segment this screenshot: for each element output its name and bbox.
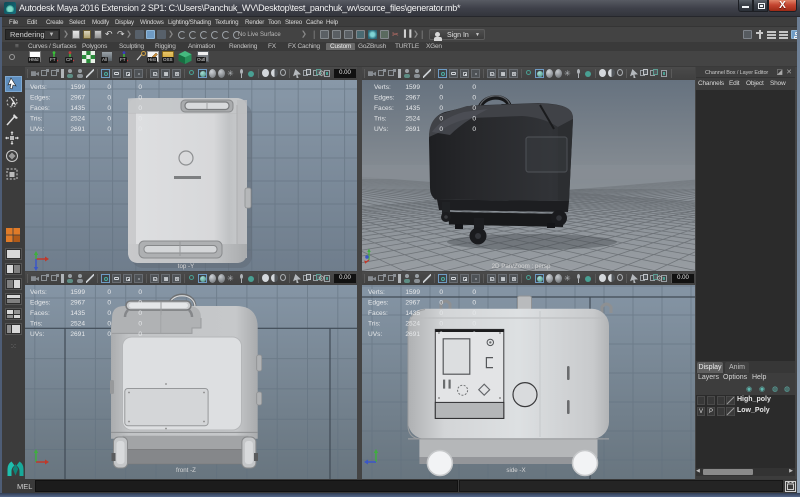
svg-text:0: 0 [472, 95, 476, 102]
svg-text:0: 0 [472, 300, 476, 307]
svg-text:0: 0 [472, 321, 476, 328]
svg-text:2967: 2967 [405, 95, 420, 102]
svg-text:0: 0 [439, 289, 443, 296]
svg-text:2967: 2967 [70, 95, 85, 102]
svg-text:0: 0 [107, 331, 111, 338]
svg-text:0: 0 [107, 116, 111, 123]
svg-text:Verts:: Verts: [368, 289, 385, 296]
svg-text:0: 0 [107, 300, 111, 307]
svg-text:Verts:: Verts: [374, 84, 391, 91]
svg-text:0: 0 [138, 84, 142, 91]
svg-text:0: 0 [439, 331, 443, 338]
svg-text:0: 0 [107, 84, 111, 91]
svg-text:2691: 2691 [405, 126, 420, 133]
svg-text:side -X: side -X [506, 467, 525, 474]
svg-text:0: 0 [138, 126, 142, 133]
svg-text:2524: 2524 [70, 321, 85, 328]
svg-text:2524: 2524 [405, 321, 420, 328]
svg-text:0: 0 [472, 84, 476, 91]
svg-text:0: 0 [439, 126, 443, 133]
svg-text:0: 0 [472, 331, 476, 338]
svg-text:2691: 2691 [405, 331, 420, 338]
svg-text:2967: 2967 [70, 300, 85, 307]
svg-text:0: 0 [439, 300, 443, 307]
svg-text:1435: 1435 [70, 105, 85, 112]
svg-text:1435: 1435 [70, 310, 85, 317]
svg-text:Tris:: Tris: [30, 116, 43, 123]
svg-text:0: 0 [439, 310, 443, 317]
svg-text:0: 0 [472, 105, 476, 112]
svg-text:2524: 2524 [405, 116, 420, 123]
svg-text:1435: 1435 [405, 310, 420, 317]
svg-text:0: 0 [138, 321, 142, 328]
svg-text:Verts:: Verts: [30, 289, 47, 296]
svg-text:0: 0 [107, 289, 111, 296]
svg-text:front -Z: front -Z [176, 467, 196, 474]
svg-text:0: 0 [107, 105, 111, 112]
svg-text:0: 0 [138, 95, 142, 102]
svg-text:0: 0 [472, 116, 476, 123]
svg-text:2D Pan/Zoom : persp: 2D Pan/Zoom : persp [492, 263, 551, 270]
svg-text:UVs:: UVs: [374, 126, 388, 133]
svg-text:Verts:: Verts: [30, 84, 47, 91]
svg-text:0: 0 [439, 95, 443, 102]
svg-text:top -Y: top -Y [178, 263, 195, 270]
svg-text:UVs:: UVs: [30, 126, 44, 133]
svg-text:0: 0 [138, 300, 142, 307]
svg-text:0: 0 [472, 289, 476, 296]
svg-text:Edges:: Edges: [374, 95, 395, 102]
svg-text:0: 0 [439, 321, 443, 328]
svg-text:0: 0 [138, 105, 142, 112]
svg-text:0: 0 [107, 310, 111, 317]
svg-text:0: 0 [472, 126, 476, 133]
svg-text:0: 0 [107, 321, 111, 328]
svg-text:1599: 1599 [70, 84, 85, 91]
svg-text:0: 0 [439, 105, 443, 112]
svg-text:1599: 1599 [405, 84, 420, 91]
svg-text:Edges:: Edges: [368, 300, 389, 307]
svg-text:Faces:: Faces: [30, 310, 50, 317]
svg-text:Tris:: Tris: [30, 321, 43, 328]
svg-text:Edges:: Edges: [30, 95, 51, 102]
svg-text:1599: 1599 [405, 289, 420, 296]
svg-text:0: 0 [439, 116, 443, 123]
svg-text:0: 0 [138, 331, 142, 338]
svg-text:UVs:: UVs: [30, 331, 44, 338]
svg-text:2691: 2691 [70, 126, 85, 133]
svg-text:Tris:: Tris: [374, 116, 387, 123]
svg-text:2524: 2524 [70, 116, 85, 123]
svg-text:Faces:: Faces: [368, 310, 388, 317]
svg-text:0: 0 [138, 310, 142, 317]
svg-text:1599: 1599 [70, 289, 85, 296]
svg-text:2691: 2691 [70, 331, 85, 338]
svg-text:Edges:: Edges: [30, 300, 51, 307]
svg-text:0: 0 [138, 289, 142, 296]
svg-text:0: 0 [439, 84, 443, 91]
svg-text:1435: 1435 [405, 105, 420, 112]
svg-text:0: 0 [107, 126, 111, 133]
svg-text:Faces:: Faces: [374, 105, 394, 112]
svg-text:2967: 2967 [405, 300, 420, 307]
svg-text:0: 0 [472, 310, 476, 317]
svg-text:0: 0 [107, 95, 111, 102]
svg-text:UVs:: UVs: [368, 331, 382, 338]
svg-text:Faces:: Faces: [30, 105, 50, 112]
svg-text:0: 0 [138, 116, 142, 123]
svg-text:Tris:: Tris: [368, 321, 381, 328]
